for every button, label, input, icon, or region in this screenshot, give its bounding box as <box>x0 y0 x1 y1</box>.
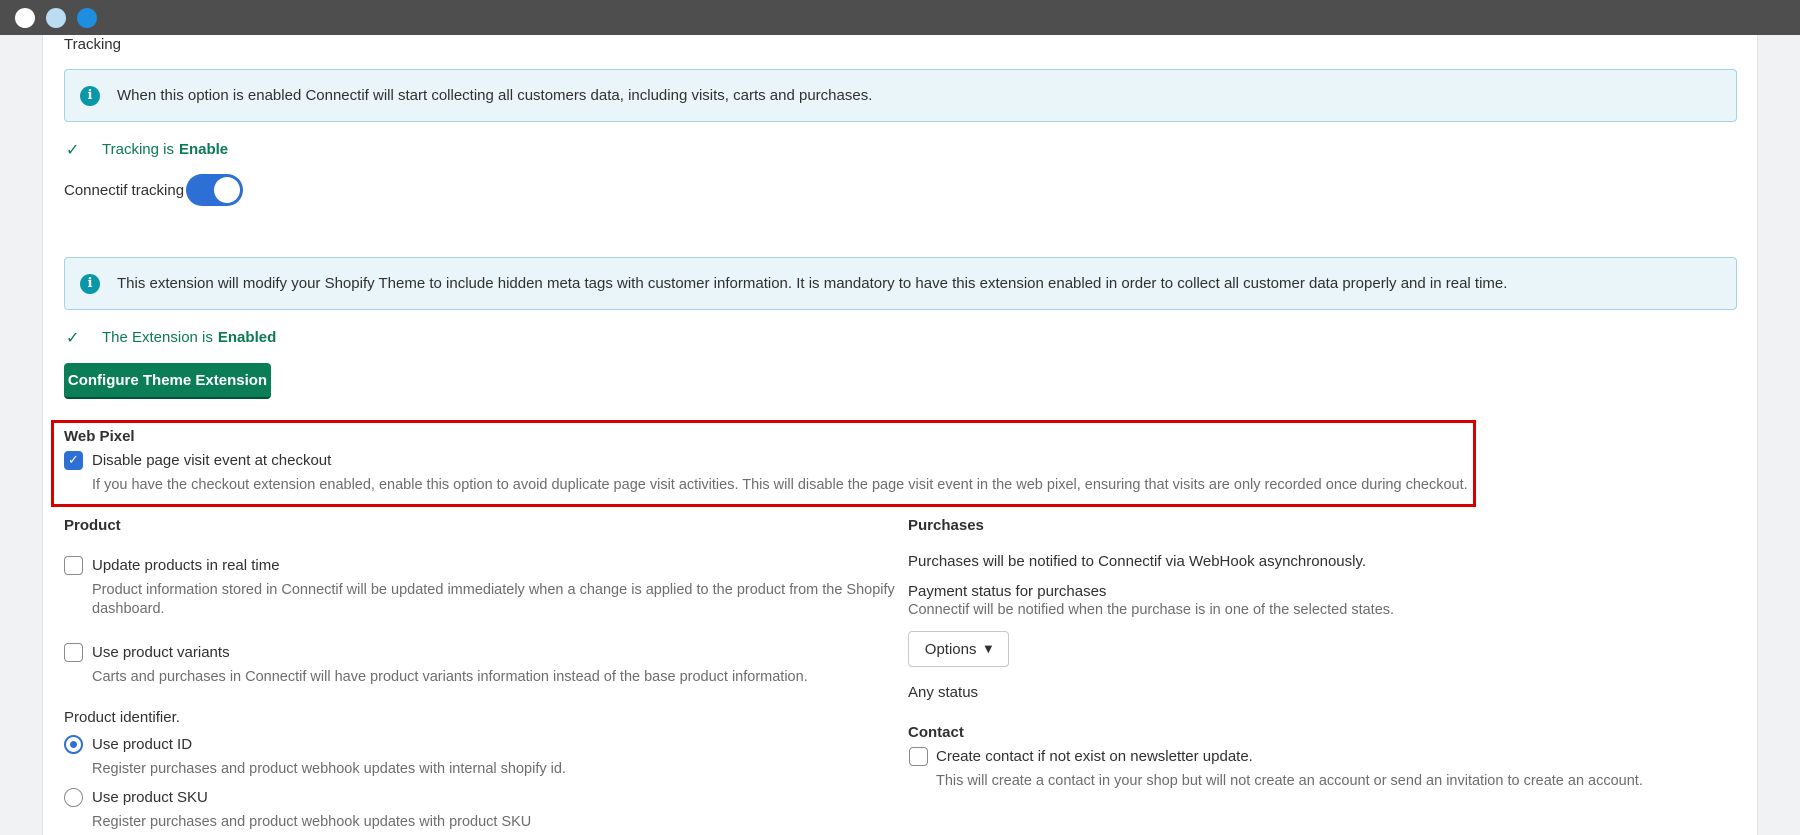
purchases-heading: Purchases <box>908 517 984 534</box>
disable-page-visit-checkbox[interactable]: ✓ <box>64 451 83 470</box>
update-products-realtime-checkbox[interactable] <box>64 556 83 575</box>
options-button-label: Options <box>924 640 977 658</box>
payment-status-label: Payment status for purchases <box>908 583 1107 600</box>
info-icon: i <box>80 85 100 106</box>
info-icon: i <box>80 273 100 294</box>
window-titlebar <box>0 0 1800 35</box>
product-identifier-label: Product identifier. <box>64 709 180 726</box>
selected-payment-status: Any status <box>908 684 979 701</box>
theme-extension-banner-text: This extension will modify your Shopify … <box>117 275 1508 292</box>
window-close-dot[interactable] <box>15 8 35 28</box>
use-product-id-help: Register purchases and product webhook u… <box>92 761 566 777</box>
configure-theme-extension-button[interactable]: Configure Theme Extension <box>64 363 271 399</box>
toggle-knob <box>214 177 240 203</box>
product-heading: Product <box>64 517 121 534</box>
tracking-status-prefix: Tracking is <box>102 141 174 158</box>
extension-status-prefix: The Extension is <box>102 329 213 346</box>
payment-status-options-button[interactable]: Options ▼ <box>908 631 1009 667</box>
tracking-heading: Tracking <box>64 36 121 53</box>
tracking-status-value: Enable <box>178 141 229 158</box>
use-product-id-label: Use product ID <box>92 736 193 753</box>
use-product-id-radio[interactable] <box>64 735 83 754</box>
check-icon: ✓ <box>66 328 80 347</box>
create-contact-checkbox[interactable] <box>909 747 928 766</box>
window-maximize-dot[interactable] <box>77 8 97 28</box>
create-contact-help: This will create a contact in your shop … <box>936 773 1643 789</box>
update-products-realtime-label: Update products in real time <box>92 557 280 574</box>
use-product-sku-help: Register purchases and product webhook u… <box>92 814 532 830</box>
purchases-description: Purchases will be notified to Connectif … <box>908 553 1367 570</box>
disable-page-visit-help: If you have the checkout extension enabl… <box>92 477 1468 493</box>
use-product-sku-radio[interactable] <box>64 788 83 807</box>
check-icon: ✓ <box>66 140 80 159</box>
tracking-info-banner: i When this option is enabled Connectif … <box>64 69 1737 122</box>
use-product-variants-help: Carts and purchases in Connectif will ha… <box>92 669 808 685</box>
window-minimize-dot[interactable] <box>46 8 66 28</box>
contact-heading: Contact <box>908 724 964 741</box>
connectif-tracking-label: Connectif tracking <box>64 182 185 199</box>
update-products-realtime-help-line2: dashboard. <box>92 601 165 617</box>
use-product-sku-label: Use product SKU <box>92 789 208 806</box>
tracking-banner-text: When this option is enabled Connectif wi… <box>117 87 873 104</box>
web-pixel-heading: Web Pixel <box>64 428 135 445</box>
caret-down-icon: ▼ <box>984 643 993 655</box>
update-products-realtime-help-line1: Product information stored in Connectif … <box>92 582 895 598</box>
payment-status-help: Connectif will be notified when the purc… <box>908 602 1395 618</box>
disable-page-visit-label: Disable page visit event at checkout <box>92 452 332 469</box>
connectif-tracking-toggle[interactable] <box>186 174 243 206</box>
theme-extension-info-banner: i This extension will modify your Shopif… <box>64 257 1737 310</box>
use-product-variants-checkbox[interactable] <box>64 643 83 662</box>
extension-status-value: Enabled <box>217 329 277 346</box>
tracking-status: ✓ Tracking is Enable <box>66 140 228 159</box>
extension-status: ✓ The Extension is Enabled <box>66 328 276 347</box>
create-contact-label: Create contact if not exist on newslette… <box>936 748 1253 765</box>
use-product-variants-label: Use product variants <box>92 644 230 661</box>
